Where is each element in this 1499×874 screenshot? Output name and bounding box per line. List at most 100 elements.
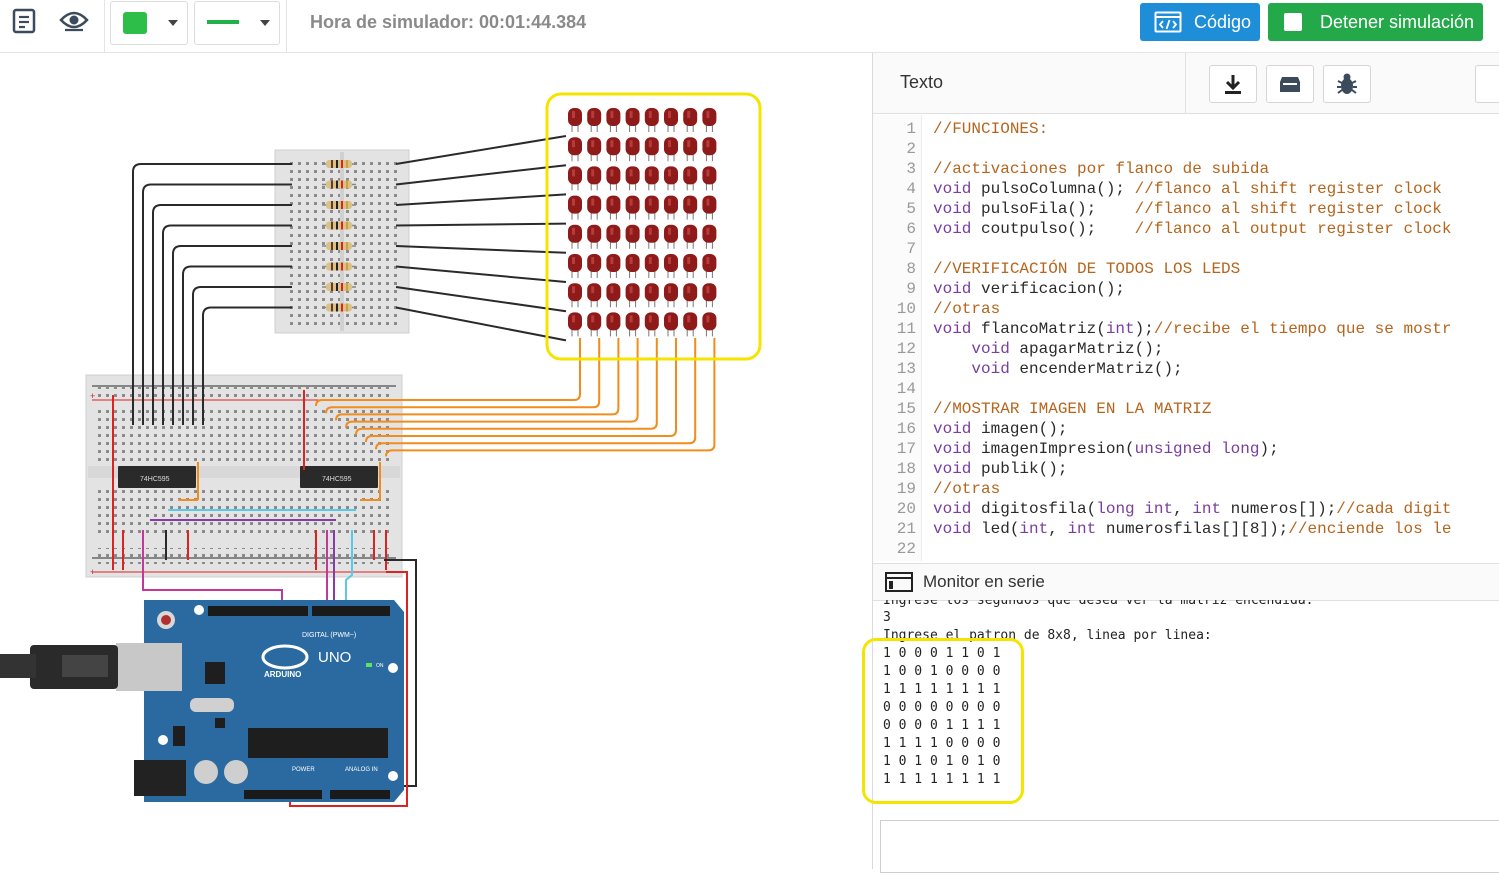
code-button-label: Código bbox=[1194, 11, 1252, 32]
close-panel-button[interactable] bbox=[1475, 65, 1499, 103]
svg-text:+: + bbox=[90, 567, 95, 577]
line-number: 16 bbox=[896, 420, 916, 438]
line-number: 3 bbox=[906, 160, 916, 178]
line-number: 20 bbox=[896, 500, 916, 518]
shift-register-chip-2[interactable]: 74HC595 bbox=[300, 466, 378, 488]
code-line: void led(int, int numerosfilas[][8]);//e… bbox=[933, 520, 1452, 538]
code-editor[interactable]: 1 //FUNCIONES: 2 3 //activaciones por flanco… bbox=[873, 115, 1499, 561]
stop-simulation-button[interactable]: Detener simulación bbox=[1268, 3, 1483, 41]
code-line: void encenderMatriz(); bbox=[971, 360, 1183, 378]
line-number: 12 bbox=[896, 340, 916, 358]
editor-mode-label[interactable]: Texto bbox=[900, 72, 943, 93]
debugger-button[interactable] bbox=[1323, 65, 1371, 103]
matrix-wire bbox=[395, 164, 567, 186]
line-number: 18 bbox=[896, 460, 916, 478]
analog-label: ANALOG IN bbox=[345, 767, 378, 773]
toolbar-separator bbox=[286, 0, 287, 52]
digital-label: DIGITAL (PWM~) bbox=[302, 632, 356, 639]
code-line: void imagen(); bbox=[933, 420, 1068, 438]
code-line: void pulsoColumna(); //flanco al shift r… bbox=[933, 180, 1442, 198]
led-matrix[interactable] bbox=[568, 108, 717, 337]
serial-monitor-title: Monitor en serie bbox=[923, 572, 1045, 591]
resistor-to-matrix-wires bbox=[395, 135, 567, 342]
serial-line: Ingrese los segundos que desea ver la ma… bbox=[883, 600, 1314, 608]
resistor bbox=[326, 283, 352, 291]
color-dropdown[interactable] bbox=[110, 1, 188, 45]
code-line: //otras bbox=[933, 300, 1001, 318]
resistor bbox=[326, 242, 352, 250]
line-number: 22 bbox=[896, 540, 916, 558]
line-number: 7 bbox=[906, 240, 916, 258]
code-line: void digitosfila(long int, int numeros[]… bbox=[933, 500, 1452, 518]
resistor bbox=[326, 160, 352, 168]
chevron-down-icon bbox=[168, 20, 178, 26]
arduino-uno-board[interactable]: ARDUINO UNO DIGITAL (PWM~) POWER ANALOG … bbox=[0, 600, 404, 802]
toolbar-separator bbox=[104, 0, 105, 52]
code-line: void publik(); bbox=[933, 460, 1068, 478]
eye-icon[interactable] bbox=[56, 6, 92, 38]
line-number: 11 bbox=[896, 320, 916, 338]
line-number: 13 bbox=[896, 360, 916, 378]
download-icon bbox=[1225, 75, 1241, 94]
code-line: //FUNCIONES: bbox=[933, 120, 1049, 138]
line-number: 9 bbox=[906, 280, 916, 298]
line-number: 6 bbox=[906, 220, 916, 238]
code-line: void apagarMatriz(); bbox=[971, 340, 1164, 358]
serial-monitor-icon bbox=[885, 572, 913, 592]
resistor bbox=[326, 262, 352, 271]
on-label: ON bbox=[376, 663, 384, 669]
matrix-wire bbox=[395, 222, 567, 227]
column-wire bbox=[365, 338, 677, 443]
code-line: void coutpulso(); //flanco al output reg… bbox=[933, 220, 1452, 238]
chip-label: 74HC595 bbox=[140, 476, 170, 483]
chevron-down-icon bbox=[260, 20, 270, 26]
code-line: //VERIFICACIÓN DE TODOS LOS LEDS bbox=[933, 260, 1241, 278]
svg-text:+: + bbox=[90, 391, 95, 401]
code-line: void pulsoFila(); //flanco al shift regi… bbox=[933, 200, 1442, 218]
column-wire bbox=[375, 338, 697, 450]
code-line: //activaciones por flanco de subida bbox=[933, 160, 1270, 178]
code-line: void verificacion(); bbox=[933, 280, 1126, 298]
line-number: 14 bbox=[896, 380, 916, 398]
serial-input[interactable] bbox=[880, 820, 1499, 873]
bug-icon bbox=[1337, 73, 1357, 94]
code-line: void imagenImpresion(unsigned long); bbox=[933, 440, 1279, 458]
top-toolbar: Hora de simulador: 00:01:44.384 Código D… bbox=[0, 0, 1499, 53]
stop-icon bbox=[1284, 13, 1302, 31]
matrix-wire bbox=[395, 135, 567, 165]
circuit-drawing: + + 74HC595 74HC595 ARDUINO UNO DIGITAL … bbox=[0, 92, 762, 807]
line-number: 4 bbox=[906, 180, 916, 198]
board-brand: ARDUINO bbox=[264, 670, 301, 679]
board-model: UNO bbox=[318, 649, 351, 666]
matrix-wire bbox=[395, 193, 567, 206]
line-number: 17 bbox=[896, 440, 916, 458]
matrix-wire bbox=[395, 286, 567, 313]
library-button[interactable] bbox=[1266, 65, 1314, 103]
notes-icon[interactable] bbox=[6, 6, 42, 38]
line-number: 21 bbox=[896, 520, 916, 538]
resistor bbox=[326, 221, 352, 230]
resistor bbox=[326, 303, 352, 312]
line-number: 10 bbox=[896, 300, 916, 318]
download-button[interactable] bbox=[1209, 65, 1257, 103]
code-editor-icon bbox=[1154, 11, 1182, 33]
shift-register-chip-1[interactable]: 74HC595 bbox=[118, 466, 196, 488]
chip-label: 74HC595 bbox=[322, 476, 352, 483]
line-number: 2 bbox=[906, 140, 916, 158]
circuit-canvas[interactable]: + + 74HC595 74HC595 ARDUINO UNO DIGITAL … bbox=[0, 53, 872, 869]
line-number: 1 bbox=[906, 120, 916, 138]
line-number: 15 bbox=[896, 400, 916, 418]
matrix-wire bbox=[395, 265, 567, 283]
power-label: POWER bbox=[292, 767, 315, 773]
code-line: //MOSTRAR IMAGEN EN LA MATRIZ bbox=[933, 400, 1212, 418]
simulator-time: Hora de simulador: 00:01:44.384 bbox=[310, 12, 587, 32]
code-button[interactable]: Código bbox=[1140, 3, 1260, 41]
resistor bbox=[326, 201, 352, 209]
line-number: 19 bbox=[896, 480, 916, 498]
code-panel-header: Texto bbox=[873, 53, 1499, 114]
matrix-wire bbox=[395, 245, 567, 254]
wire-style-dropdown[interactable] bbox=[194, 1, 280, 45]
serial-line: 3 bbox=[883, 610, 891, 625]
serial-monitor-header[interactable]: Monitor en serie bbox=[873, 563, 1499, 601]
code-line: void flancoMatriz(int);//recibe el tiemp… bbox=[933, 320, 1452, 338]
